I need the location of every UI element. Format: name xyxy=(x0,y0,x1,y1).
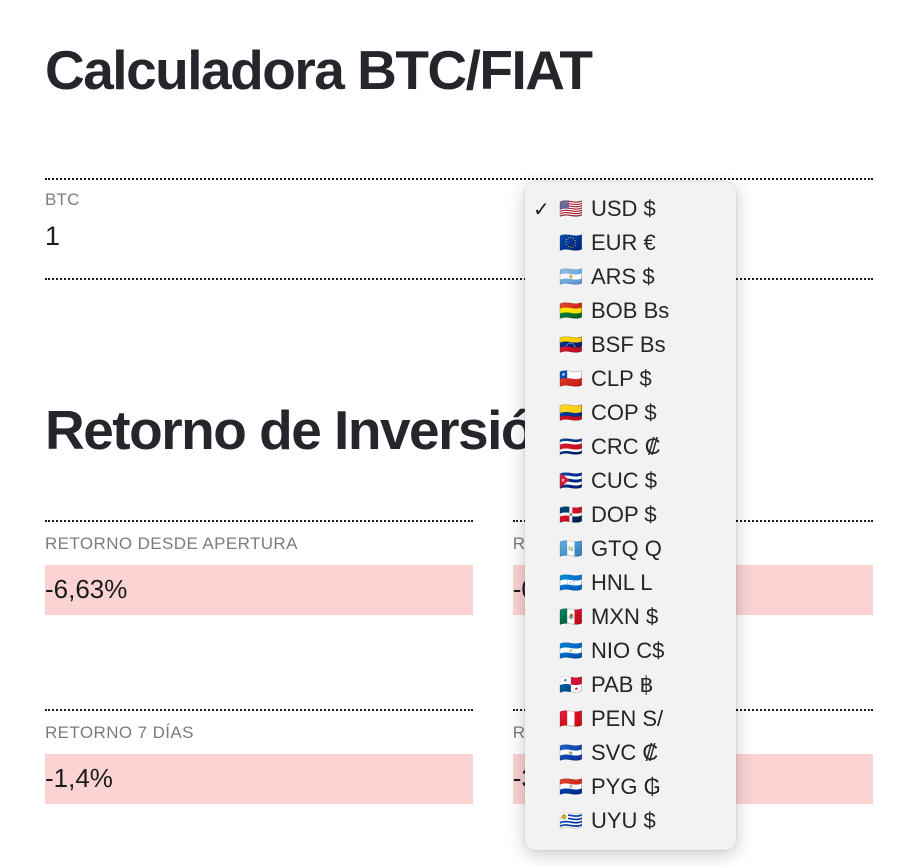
page-title: Calculadora BTC/FIAT xyxy=(45,39,593,101)
currency-option-label: USD $ xyxy=(591,196,656,221)
flag-icon: 🇲🇽 xyxy=(559,606,583,628)
return-label: RETORNO 7 DÍAS xyxy=(45,722,194,742)
return-card-apertura: RETORNO DESDE APERTURA -6,63% xyxy=(45,520,473,615)
currency-option-label: SVC ₡ xyxy=(591,740,659,765)
currency-option-cuc[interactable]: 🇨🇺 CUC $ xyxy=(525,464,736,498)
cell-divider xyxy=(45,708,473,711)
check-icon: ✓ xyxy=(533,198,550,221)
currency-option-label: ARS $ xyxy=(591,264,655,289)
currency-option-label: BOB Bs xyxy=(591,298,670,323)
flag-icon: 🇸🇻 xyxy=(559,742,583,764)
currency-option-uyu[interactable]: 🇺🇾 UYU $ xyxy=(525,804,736,838)
flag-icon: 🇧🇴 xyxy=(559,300,583,322)
flag-icon: 🇨🇷 xyxy=(559,436,583,458)
currency-option-clp[interactable]: 🇨🇱 CLP $ xyxy=(525,362,736,396)
currency-option-label: HNL L xyxy=(591,570,653,595)
currency-option-hnl[interactable]: 🇭🇳 HNL L xyxy=(525,566,736,600)
currency-option-ars[interactable]: 🇦🇷 ARS $ xyxy=(525,260,736,294)
return-value: -6,63% xyxy=(45,564,473,615)
currency-option-mxn[interactable]: 🇲🇽 MXN $ xyxy=(525,600,736,634)
currency-option-label: PYG ₲ xyxy=(591,774,661,799)
currency-option-label: CUC $ xyxy=(591,468,658,493)
currency-option-label: PAB ฿ xyxy=(591,672,654,697)
flag-icon: 🇨🇴 xyxy=(559,402,583,424)
returns-row: RETORNO 7 DÍAS -1,4% RETORNO 14 DÍAS -3,… xyxy=(0,708,918,804)
currency-option-svc[interactable]: 🇸🇻 SVC ₡ xyxy=(525,736,736,770)
flag-icon: 🇵🇾 xyxy=(559,776,583,798)
btc-input[interactable]: 1 xyxy=(45,216,873,257)
flag-icon: 🇨🇺 xyxy=(559,470,583,492)
flag-icon: 🇵🇪 xyxy=(559,708,583,730)
currency-option-gtq[interactable]: 🇬🇹 GTQ Q xyxy=(525,532,736,566)
calculator-page: Calculadora BTC/FIAT BTC 1 Retorno de In… xyxy=(0,0,918,866)
flag-icon: 🇭🇳 xyxy=(559,572,583,594)
field-divider-bottom xyxy=(45,278,873,280)
flag-icon: 🇵🇦 xyxy=(559,674,583,696)
return-card-7-dias: RETORNO 7 DÍAS -1,4% xyxy=(45,708,473,804)
btc-field-label: BTC xyxy=(45,190,80,209)
cell-divider xyxy=(45,520,473,522)
flag-icon: 🇪🇺 xyxy=(559,232,583,254)
currency-option-label: CLP $ xyxy=(591,366,652,391)
currency-option-label: CRC ₡ xyxy=(591,434,661,459)
returns-grid: RETORNO DESDE APERTURA -6,63% RETORNO 1 … xyxy=(0,520,918,826)
currency-option-label: EUR € xyxy=(591,230,656,255)
currency-option-label: COP $ xyxy=(591,400,657,425)
return-label: RETORNO DESDE APERTURA xyxy=(45,534,298,553)
flag-icon: 🇦🇷 xyxy=(559,266,583,288)
currency-option-label: DOP $ xyxy=(591,502,657,527)
return-value: -1,4% xyxy=(45,753,473,804)
currency-option-label: BSF Bs xyxy=(591,332,666,357)
currency-option-label: GTQ Q xyxy=(591,536,662,561)
currency-option-label: NIO C$ xyxy=(591,638,665,663)
currency-option-label: PEN S/ xyxy=(591,706,664,731)
btc-input-group[interactable]: BTC 1 xyxy=(45,188,873,256)
currency-option-label: MXN $ xyxy=(591,604,659,629)
flag-icon: 🇩🇴 xyxy=(559,504,583,526)
currency-option-crc[interactable]: 🇨🇷 CRC ₡ xyxy=(525,430,736,464)
currency-option-nio[interactable]: 🇳🇮 NIO C$ xyxy=(525,634,736,668)
returns-row: RETORNO DESDE APERTURA -6,63% RETORNO 1 … xyxy=(0,520,918,615)
currency-option-bsf[interactable]: 🇻🇪 BSF Bs xyxy=(525,328,736,362)
currency-option-eur[interactable]: 🇪🇺 EUR € xyxy=(525,226,736,260)
field-divider-top xyxy=(45,178,873,180)
currency-option-pyg[interactable]: 🇵🇾 PYG ₲ xyxy=(525,770,736,804)
currency-dropdown-menu[interactable]: ✓ 🇺🇸 USD $ 🇪🇺 EUR € 🇦🇷 ARS $ 🇧🇴 BOB Bs 🇻🇪 BSF Bs 🇨🇱… xyxy=(525,182,736,850)
flag-icon: 🇬🇹 xyxy=(559,538,583,560)
currency-option-pen[interactable]: 🇵🇪 PEN S/ xyxy=(525,702,736,736)
flag-icon: 🇺🇾 xyxy=(559,810,583,832)
currency-option-cop[interactable]: 🇨🇴 COP $ xyxy=(525,396,736,430)
flag-icon: 🇨🇱 xyxy=(559,368,583,390)
currency-option-label: UYU $ xyxy=(591,808,656,833)
currency-option-bob[interactable]: 🇧🇴 BOB Bs xyxy=(525,294,736,328)
currency-option-pab[interactable]: 🇵🇦 PAB ฿ xyxy=(525,668,736,702)
flag-icon: 🇳🇮 xyxy=(559,640,583,662)
flag-icon: 🇺🇸 xyxy=(559,198,583,220)
currency-option-usd[interactable]: ✓ 🇺🇸 USD $ xyxy=(525,192,736,226)
flag-icon: 🇻🇪 xyxy=(559,334,583,356)
currency-option-dop[interactable]: 🇩🇴 DOP $ xyxy=(525,498,736,532)
